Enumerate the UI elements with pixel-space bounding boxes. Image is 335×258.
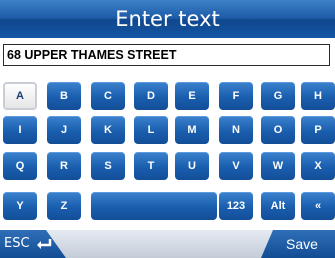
key-c[interactable]: C <box>91 82 125 110</box>
enter-text-screen: Enter text 68 UPPER THAMES STREET A B C … <box>0 0 335 258</box>
key-j[interactable]: J <box>47 116 81 144</box>
text-input-field[interactable]: 68 UPPER THAMES STREET <box>3 44 330 66</box>
key-v[interactable]: V <box>219 152 253 180</box>
key-w[interactable]: W <box>261 152 295 180</box>
enter-arrow-icon <box>36 238 51 249</box>
key-k[interactable]: K <box>91 116 125 144</box>
key-s[interactable]: S <box>91 152 125 180</box>
key-d[interactable]: D <box>134 82 168 110</box>
key-h[interactable]: H <box>301 82 335 110</box>
numbers-key[interactable]: 123 <box>219 192 253 220</box>
key-g[interactable]: G <box>261 82 295 110</box>
key-t[interactable]: T <box>134 152 168 180</box>
key-f[interactable]: F <box>219 82 253 110</box>
key-q[interactable]: Q <box>3 152 37 180</box>
key-r[interactable]: R <box>47 152 81 180</box>
key-a[interactable]: A <box>3 82 37 110</box>
key-y[interactable]: Y <box>3 192 37 220</box>
key-b[interactable]: B <box>47 82 81 110</box>
key-z[interactable]: Z <box>47 192 81 220</box>
backspace-key[interactable]: « <box>301 192 335 220</box>
key-l[interactable]: L <box>134 116 168 144</box>
space-key[interactable] <box>91 192 217 220</box>
page-title: Enter text <box>0 0 335 38</box>
key-x[interactable]: X <box>301 152 335 180</box>
key-e[interactable]: E <box>175 82 209 110</box>
save-button[interactable]: Save <box>261 230 335 258</box>
key-u[interactable]: U <box>175 152 209 180</box>
key-m[interactable]: M <box>175 116 209 144</box>
key-n[interactable]: N <box>219 116 253 144</box>
key-i[interactable]: I <box>3 116 37 144</box>
key-o[interactable]: O <box>261 116 295 144</box>
esc-label: ESC <box>4 236 30 251</box>
key-p[interactable]: P <box>301 116 335 144</box>
alt-key[interactable]: Alt <box>261 192 295 220</box>
